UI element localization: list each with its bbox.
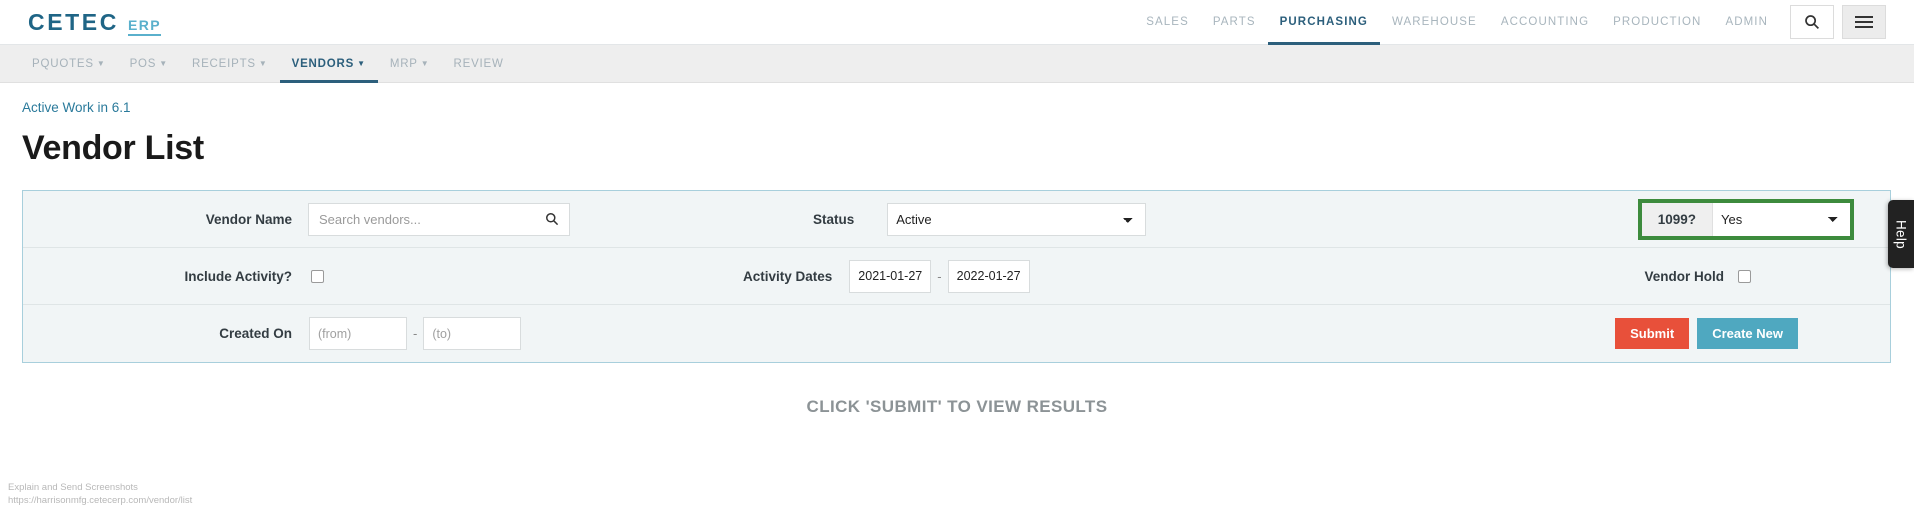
include-activity-checkbox[interactable]: [311, 269, 324, 283]
status-bar-line-2: https://harrisonmfg.cetecerp.com/vendor/…: [8, 495, 193, 507]
subnav-item-pos[interactable]: POS ▼: [118, 45, 180, 83]
filter-row-1: Vendor Name Search vendors... Status Act…: [23, 191, 1890, 248]
help-tab-label: Help: [1893, 219, 1909, 249]
topnav-item-production[interactable]: PRODUCTION: [1601, 0, 1713, 45]
created-on-separator: -: [413, 326, 418, 341]
include-activity-label: Include Activity?: [184, 268, 292, 284]
subnav-label-pquotes: PQUOTES: [32, 57, 94, 70]
vendor-filter-panel: Vendor Name Search vendors... Status Act…: [22, 190, 1891, 363]
topnav-item-admin[interactable]: ADMIN: [1713, 0, 1780, 45]
status-select[interactable]: Active: [887, 202, 1147, 236]
chevron-down-icon: ▼: [159, 58, 168, 68]
search-icon: [1805, 15, 1820, 30]
submit-button[interactable]: Submit: [1615, 318, 1690, 349]
vendor-hold-checkbox[interactable]: [1738, 269, 1751, 283]
action-buttons: Submit Create New: [1615, 318, 1798, 349]
breadcrumb[interactable]: Active Work in 6.1: [22, 100, 1892, 115]
vendor-name-input[interactable]: Search vendors...: [308, 202, 570, 236]
secondary-nav: PQUOTES ▼ POS ▼ RECEIPTS ▼ VENDORS ▼ MRP ▼ RE…: [0, 45, 1914, 83]
include-activity-field: Include Activity?: [37, 269, 577, 284]
subnav-label-pos: POS: [129, 57, 157, 70]
chevron-down-icon: ▼: [258, 58, 268, 68]
filter-row-2: Include Activity? Activity Dates - Vendo…: [23, 248, 1890, 305]
ten99-select[interactable]: Yes: [1713, 202, 1850, 236]
create-new-button[interactable]: Create New: [1697, 318, 1798, 349]
created-on-field: Created On -: [37, 317, 522, 350]
search-button[interactable]: [1790, 5, 1834, 39]
status-field: Status Active: [813, 202, 1147, 236]
subnav-label-review: REVIEW: [453, 57, 504, 70]
subnav-item-pquotes[interactable]: PQUOTES ▼: [20, 45, 118, 83]
ten99-label: 1099?: [1641, 202, 1713, 236]
filter-row-3: Created On - Submit Create New: [23, 305, 1890, 362]
vendor-hold-label: Vendor Hold: [1644, 268, 1724, 284]
hamburger-menu-icon: [1855, 13, 1873, 31]
top-bar: CETEC ERP SALES PARTS PURCHASING WAREHOU…: [0, 0, 1914, 45]
activity-dates-label: Activity Dates: [743, 268, 833, 284]
topnav-item-warehouse[interactable]: WAREHOUSE: [1380, 0, 1489, 45]
topnav-item-purchasing[interactable]: PURCHASING: [1268, 0, 1380, 45]
brand-name: CETEC: [28, 8, 119, 35]
subnav-label-mrp: MRP: [389, 57, 418, 70]
vendor-name-placeholder: Search vendors...: [319, 211, 421, 227]
vendor-hold-field: Vendor Hold: [1644, 269, 1751, 284]
chevron-down-icon: ▼: [96, 58, 106, 68]
activity-date-from-input[interactable]: [849, 259, 932, 293]
created-on-to-input[interactable]: [423, 317, 522, 350]
chevron-down-icon: ▼: [420, 58, 430, 68]
topnav-item-sales[interactable]: SALES: [1134, 0, 1201, 45]
activity-date-to-input[interactable]: [947, 259, 1030, 293]
brand-suffix: ERP: [127, 17, 161, 36]
topnav-item-accounting[interactable]: ACCOUNTING: [1489, 0, 1601, 45]
subnav-label-receipts: RECEIPTS: [191, 57, 256, 70]
page-content: Active Work in 6.1 Vendor List Vendor Na…: [0, 100, 1914, 417]
subnav-item-mrp[interactable]: MRP ▼: [378, 45, 442, 83]
menu-button[interactable]: [1842, 5, 1886, 39]
subnav-item-receipts[interactable]: RECEIPTS ▼: [180, 45, 280, 83]
page-title: Vendor List: [22, 129, 204, 167]
search-icon[interactable]: [545, 212, 559, 226]
ten99-highlight-box: 1099? Yes: [1637, 198, 1854, 240]
help-tab-button[interactable]: Help: [1888, 200, 1914, 268]
created-on-from-input[interactable]: [309, 317, 407, 350]
activity-dates-field: Activity Dates -: [743, 259, 1030, 293]
status-label: Status: [813, 211, 855, 227]
brand-logo[interactable]: CETEC ERP: [28, 9, 161, 36]
primary-nav: SALES PARTS PURCHASING WAREHOUSE ACCOUNT…: [1134, 0, 1914, 45]
chevron-down-icon: ▼: [357, 58, 366, 68]
vendor-name-field: Vendor Name Search vendors...: [37, 202, 577, 236]
subnav-label-vendors: VENDORS: [291, 57, 355, 70]
vendor-name-label: Vendor Name: [205, 211, 292, 227]
subnav-item-review[interactable]: REVIEW: [442, 45, 516, 83]
subnav-item-vendors[interactable]: VENDORS ▼: [280, 45, 378, 83]
topnav-item-parts[interactable]: PARTS: [1201, 0, 1268, 45]
browser-status-bar: Explain and Send Screenshots https://har…: [8, 482, 192, 508]
created-on-label: Created On: [219, 326, 292, 341]
results-placeholder-message: CLICK 'SUBMIT' TO VIEW RESULTS: [806, 397, 1108, 416]
status-bar-line-1: Explain and Send Screenshots: [8, 482, 138, 494]
activity-dates-separator: -: [937, 268, 942, 284]
